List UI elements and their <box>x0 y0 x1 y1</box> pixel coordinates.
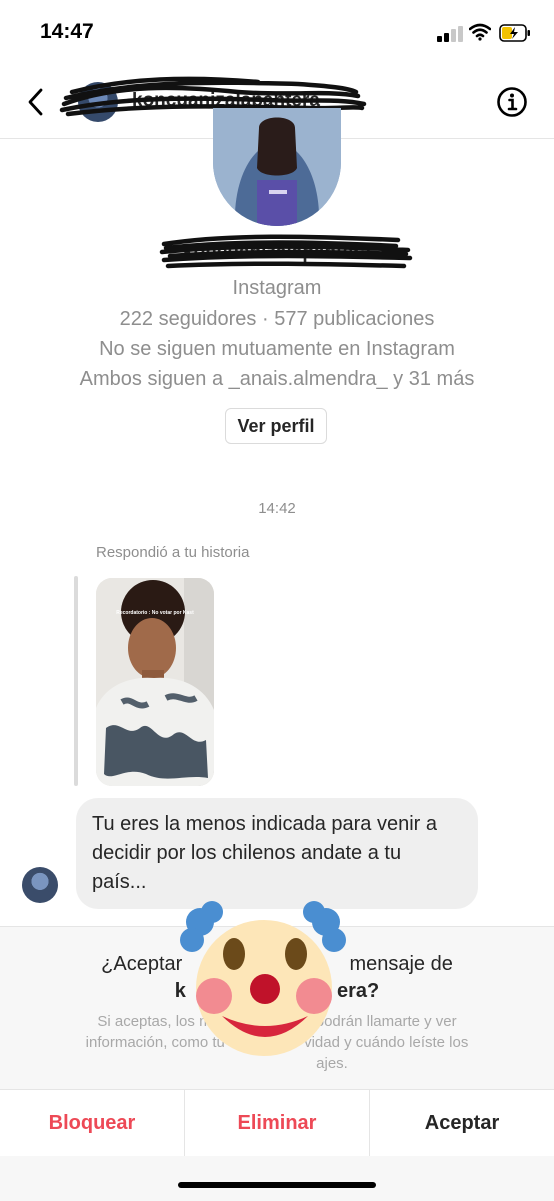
delete-button[interactable]: Eliminar <box>184 1090 369 1156</box>
home-indicator <box>178 1182 376 1188</box>
chat-timestamp: 14:42 <box>258 500 296 517</box>
battery-charging-icon <box>499 24 530 42</box>
profile-platform: Instagram <box>232 277 322 299</box>
story-caption: Recordatorio : No votar por Kast <box>116 610 194 616</box>
message-avatar[interactable] <box>22 867 58 903</box>
message-bubble[interactable]: Tu eres la menos indicada para venir a d… <box>76 798 478 909</box>
accept-button[interactable]: Aceptar <box>369 1090 554 1156</box>
profile-followers-count: 222 seguidores · 577 publicaciones <box>119 308 435 330</box>
info-circle-icon[interactable] <box>496 86 528 118</box>
request-question-prefix: ¿Aceptar <box>101 953 183 975</box>
request-action-bar: Bloquear Eliminar Aceptar <box>0 1089 554 1156</box>
view-profile-button[interactable]: Ver perfil <box>225 408 327 444</box>
profile-photo[interactable] <box>213 108 341 226</box>
story-reply-rule <box>74 576 78 786</box>
block-button[interactable]: Bloquear <box>0 1090 184 1156</box>
chevron-left-icon[interactable] <box>24 86 48 118</box>
status-time: 14:47 <box>40 20 94 43</box>
profile-mutual-status: No se siguen mutuamente en Instagram <box>99 338 455 360</box>
story-reply-label: Respondió a tu historia <box>96 544 250 561</box>
wifi-icon <box>469 23 491 41</box>
story-thumbnail[interactable]: Recordatorio : No votar por Kast <box>96 578 214 786</box>
request-question-suffix: mensaje de <box>349 953 453 975</box>
profile-common-follows: Ambos siguen a _anais.almendra_ y 31 más <box>79 368 475 390</box>
cellular-signal-icon <box>437 26 463 42</box>
redaction-scribble <box>159 234 413 269</box>
clown-face-emoji <box>180 901 346 1056</box>
